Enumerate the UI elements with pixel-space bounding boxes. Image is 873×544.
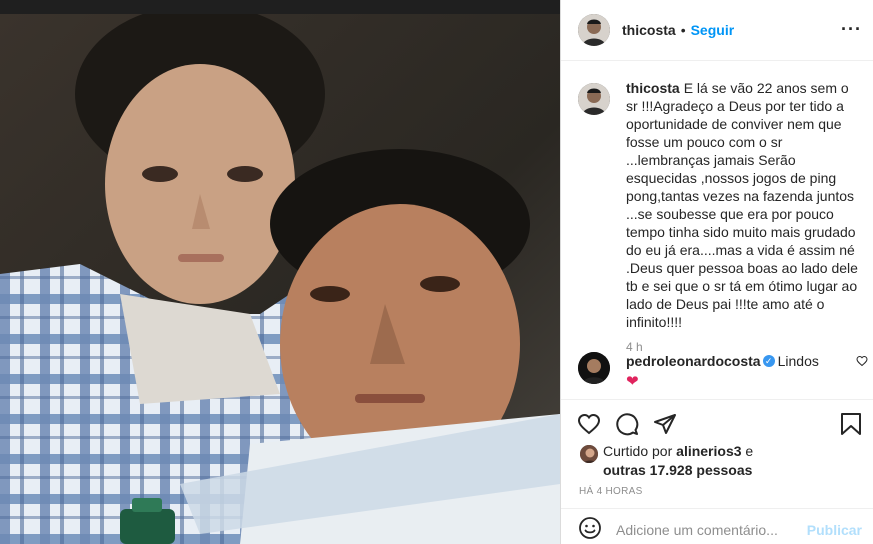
likes-text: Curtido por alinerios3 e outras 17.928 p… xyxy=(603,442,753,480)
caption-text: thicosta E lá se vão 22 anos sem o sr !!!… xyxy=(626,79,858,331)
more-options-icon[interactable]: ··· xyxy=(841,20,862,38)
comment-like-icon[interactable] xyxy=(856,354,868,370)
heart-outline-icon[interactable] xyxy=(577,412,601,439)
commenter-avatar[interactable] xyxy=(578,352,610,384)
caption-content: E lá se vão 22 anos sem o sr !!!Agradeço… xyxy=(626,80,858,330)
paper-plane-icon[interactable] xyxy=(653,412,677,439)
post-photo-image xyxy=(0,14,560,544)
caption-body: thicosta E lá se vão 22 anos sem o sr !!!… xyxy=(626,79,858,354)
post-side-panel: thicosta • Seguir ··· thicosta E lá se vã… xyxy=(560,0,873,544)
commenter-username[interactable]: pedroleonardocosta xyxy=(626,353,761,369)
liker-avatar-image xyxy=(579,444,599,464)
browser-top-strip xyxy=(0,0,560,14)
liked-by-prefix: Curtido por xyxy=(603,443,673,459)
add-comment-bar: Publicar xyxy=(561,508,873,544)
comment-content: Lindos xyxy=(777,353,819,369)
comment-text: pedroleonardocosta ✓ Lindos xyxy=(626,352,846,370)
verified-badge-icon: ✓ xyxy=(762,355,775,368)
heart-emoji-icon: ❤ xyxy=(626,372,846,390)
comment-item: pedroleonardocosta ✓ Lindos ❤ xyxy=(578,352,868,390)
separator-dot: • xyxy=(680,22,686,38)
caption: thicosta E lá se vão 22 anos sem o sr !!!… xyxy=(578,79,858,354)
heart-emoji: ❤ xyxy=(626,373,639,390)
comment-body: pedroleonardocosta ✓ Lindos ❤ xyxy=(626,352,846,390)
post-photo[interactable] xyxy=(0,14,560,544)
liker-username[interactable]: alinerios3 xyxy=(676,443,741,459)
likes-summary: Curtido por alinerios3 e outras 17.928 p… xyxy=(579,441,869,480)
comment-input[interactable] xyxy=(616,521,806,538)
smiley-icon[interactable] xyxy=(578,516,602,543)
comments-list[interactable]: thicosta E lá se vão 22 anos sem o sr !!!… xyxy=(561,61,873,399)
caption-avatar[interactable] xyxy=(578,83,610,115)
publish-button[interactable]: Publicar xyxy=(807,522,862,538)
author-avatar[interactable] xyxy=(578,14,610,46)
comment-bubble-icon[interactable] xyxy=(615,412,639,439)
bookmark-icon[interactable] xyxy=(840,412,862,439)
liker-avatar[interactable] xyxy=(579,441,601,464)
post-date[interactable]: HÁ 4 HORAS xyxy=(579,486,643,497)
caption-username[interactable]: thicosta xyxy=(626,80,680,96)
follow-button[interactable]: Seguir xyxy=(691,22,735,38)
author-username[interactable]: thicosta xyxy=(622,22,676,38)
likes-count-link[interactable]: outras 17.928 pessoas xyxy=(603,462,752,478)
liked-by-conjunction: e xyxy=(745,443,754,459)
post-header: thicosta • Seguir ··· xyxy=(561,0,873,61)
